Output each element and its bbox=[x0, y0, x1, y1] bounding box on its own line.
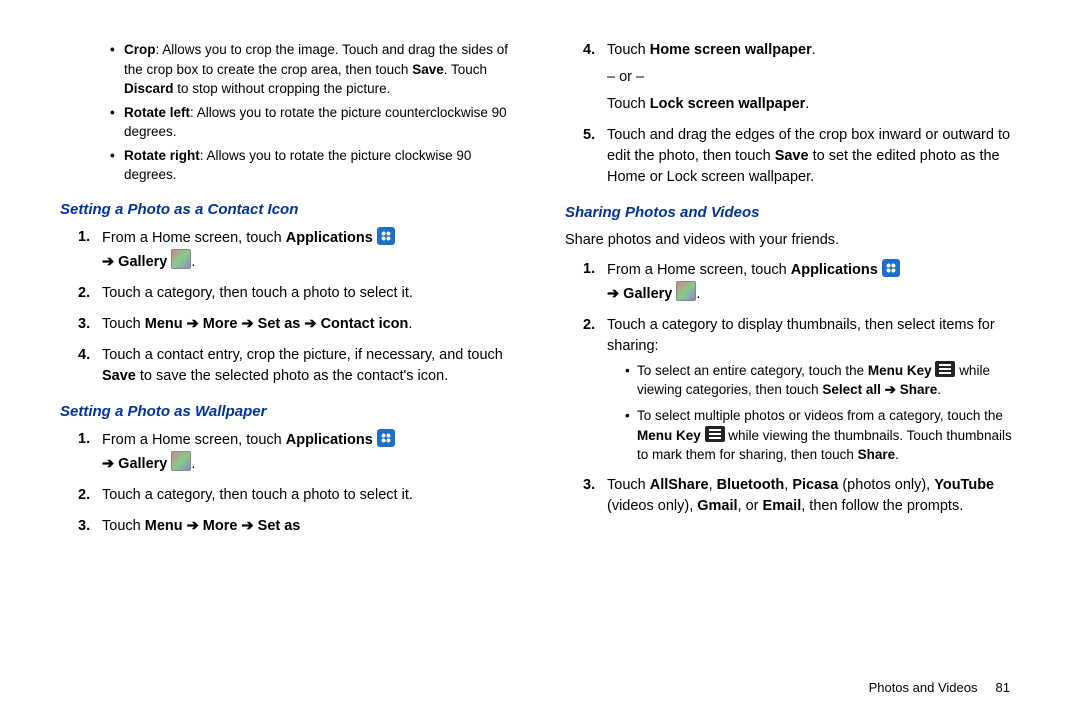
step-1: 1. From a Home screen, touch Application… bbox=[60, 227, 515, 273]
sub-select-multiple: To select multiple photos or videos from… bbox=[625, 406, 1020, 465]
edit-options-list: Crop: Allows you to crop the image. Touc… bbox=[60, 40, 515, 185]
menu-key-icon bbox=[935, 361, 955, 377]
steps-wallpaper-cont: 4. Touch Home screen wallpaper. – or – T… bbox=[565, 40, 1020, 188]
left-column: Crop: Allows you to crop the image. Touc… bbox=[60, 40, 515, 700]
step-2: 2. Touch a category, then touch a photo … bbox=[60, 283, 515, 304]
step-3: 3. Touch Menu ➔ More ➔ Set as ➔ Contact … bbox=[60, 314, 515, 335]
step-2: 2. Touch a category to display thumbnail… bbox=[565, 315, 1020, 465]
heading-wallpaper: Setting a Photo as Wallpaper bbox=[60, 401, 515, 423]
step-1: 1. From a Home screen, touch Application… bbox=[565, 259, 1020, 305]
footer-section: Photos and Videos bbox=[869, 680, 978, 695]
step-2: 2. Touch a category, then touch a photo … bbox=[60, 485, 515, 506]
or-divider: – or – bbox=[607, 67, 1020, 88]
menu-key-icon bbox=[705, 426, 725, 442]
gallery-icon bbox=[171, 451, 191, 471]
sub-select-all: To select an entire category, touch the … bbox=[625, 361, 1020, 400]
step-5: 5. Touch and drag the edges of the crop … bbox=[565, 125, 1020, 188]
steps-contact-icon: 1. From a Home screen, touch Application… bbox=[60, 227, 515, 387]
step-4: 4. Touch a contact entry, crop the pictu… bbox=[60, 345, 515, 387]
step-4: 4. Touch Home screen wallpaper. – or – T… bbox=[565, 40, 1020, 115]
footer-page-number: 81 bbox=[996, 680, 1010, 695]
steps-sharing: 1. From a Home screen, touch Application… bbox=[565, 259, 1020, 517]
gallery-icon bbox=[676, 281, 696, 301]
heading-contact-icon: Setting a Photo as a Contact Icon bbox=[60, 199, 515, 221]
sharing-sub-bullets: To select an entire category, touch the … bbox=[607, 361, 1020, 465]
heading-sharing: Sharing Photos and Videos bbox=[565, 202, 1020, 224]
steps-wallpaper: 1. From a Home screen, touch Application… bbox=[60, 429, 515, 537]
bullet-rotate-left: Rotate left: Allows you to rotate the pi… bbox=[110, 103, 515, 142]
page-footer: Photos and Videos 81 bbox=[869, 679, 1010, 698]
applications-icon bbox=[882, 259, 900, 277]
applications-icon bbox=[377, 429, 395, 447]
bullet-rotate-right: Rotate right: Allows you to rotate the p… bbox=[110, 146, 515, 185]
step-1: 1. From a Home screen, touch Application… bbox=[60, 429, 515, 475]
gallery-icon bbox=[171, 249, 191, 269]
sharing-intro: Share photos and videos with your friend… bbox=[565, 230, 1020, 251]
step-3: 3. Touch Menu ➔ More ➔ Set as bbox=[60, 516, 515, 537]
applications-icon bbox=[377, 227, 395, 245]
right-column: 4. Touch Home screen wallpaper. – or – T… bbox=[565, 40, 1020, 700]
bullet-crop: Crop: Allows you to crop the image. Touc… bbox=[110, 40, 515, 99]
step-3: 3. Touch AllShare, Bluetooth, Picasa (ph… bbox=[565, 475, 1020, 517]
